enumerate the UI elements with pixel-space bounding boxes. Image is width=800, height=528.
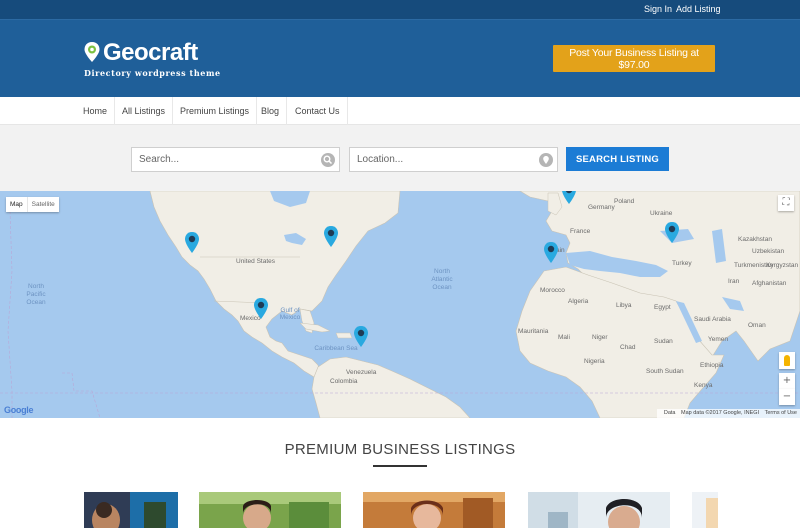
map-label-north-pacific-1: North bbox=[28, 283, 44, 290]
search-bar: SEARCH LISTING bbox=[0, 125, 800, 191]
dateline-path bbox=[7, 210, 13, 418]
map-label-kazakhstan: Kazakhstan bbox=[738, 236, 772, 243]
attribution-copyright: Map data ©2017 Google, INEGI bbox=[681, 410, 760, 416]
site-header: Geocraft Directory wordpress theme Post … bbox=[0, 20, 800, 97]
map-label-kyrgyzstan: Kyrgyzstan bbox=[766, 262, 799, 269]
map-pin-icon bbox=[84, 42, 100, 62]
location-field bbox=[349, 147, 558, 172]
map-label-south-sudan: South Sudan bbox=[646, 368, 684, 375]
post-listing-button[interactable]: Post Your Business Listing at $97.00 bbox=[553, 45, 715, 72]
map-label-chad: Chad bbox=[620, 344, 636, 351]
map-label-poland: Poland bbox=[614, 198, 635, 205]
hispaniola-land bbox=[335, 332, 353, 339]
map-label-mali: Mali bbox=[558, 334, 570, 341]
map-label-gulf-2: Mexico bbox=[280, 314, 301, 321]
map-label-gulf-1: Gulf of bbox=[280, 307, 299, 314]
attribution-data: Data bbox=[663, 410, 676, 416]
map-label-north-pacific-2: Pacific bbox=[26, 291, 46, 298]
map-label-yemen: Yemen bbox=[708, 336, 728, 343]
map-label-sudan: Sudan bbox=[654, 338, 673, 345]
map-label-colombia: Colombia bbox=[330, 378, 358, 385]
nav-item-all-listings[interactable]: All Listings bbox=[115, 97, 174, 125]
map-label-france: France bbox=[570, 228, 591, 235]
map-label-morocco: Morocco bbox=[540, 287, 565, 294]
map-label-turkey: Turkey bbox=[672, 260, 692, 267]
map-attribution: Data Map data ©2017 Google, INEGI Terms … bbox=[656, 409, 800, 418]
top-utility-bar: Sign In Add Listing bbox=[0, 0, 800, 20]
map-type-map-button[interactable]: Map bbox=[6, 197, 27, 212]
terms-of-use-link[interactable]: Terms of Use bbox=[765, 410, 797, 416]
map-type-control: Map Satellite bbox=[6, 197, 59, 212]
search-listing-button[interactable]: SEARCH LISTING bbox=[566, 147, 669, 171]
map-label-united-states: United States bbox=[236, 258, 276, 265]
nav-item-premium-listings[interactable]: Premium Listings bbox=[173, 97, 258, 125]
zoom-in-button[interactable]: + bbox=[779, 373, 795, 389]
map-label-mexico: Mexico bbox=[240, 315, 261, 322]
fullscreen-icon[interactable]: ⛶ bbox=[778, 195, 794, 211]
pegman-icon[interactable] bbox=[779, 352, 795, 369]
map-type-satellite-button[interactable]: Satellite bbox=[26, 197, 59, 212]
cuba-land bbox=[299, 322, 331, 333]
premium-listings-title: PREMIUM BUSINESS LISTINGS bbox=[284, 441, 516, 458]
map-label-mauritania: Mauritania bbox=[518, 328, 549, 335]
map-label-uzbekistan: Uzbekistan bbox=[752, 248, 785, 255]
nav-item-blog[interactable]: Blog bbox=[254, 97, 288, 125]
map-label-germany: Germany bbox=[588, 204, 615, 211]
nav-item-contact-us[interactable]: Contact Us bbox=[288, 97, 348, 125]
listing-marker[interactable] bbox=[544, 242, 558, 263]
border-line-path bbox=[62, 372, 101, 418]
map-label-algeria: Algeria bbox=[568, 298, 589, 305]
map-label-oman: Oman bbox=[748, 322, 766, 329]
map-label-north-atlantic-2: Atlantic bbox=[431, 276, 453, 283]
south-america-land bbox=[311, 356, 471, 418]
map-label-iran: Iran bbox=[728, 278, 740, 285]
google-logo[interactable]: Google bbox=[4, 405, 34, 415]
listing-card-image[interactable] bbox=[199, 492, 341, 528]
listing-card-image[interactable] bbox=[528, 492, 670, 528]
keyword-field bbox=[131, 147, 340, 172]
map-label-niger: Niger bbox=[592, 334, 608, 341]
title-underline bbox=[373, 465, 427, 467]
location-pin-icon bbox=[539, 153, 553, 167]
listing-card-image[interactable] bbox=[692, 492, 718, 528]
map-label-caribbean: Caribbean Sea bbox=[314, 345, 358, 352]
map-label-kenya: Kenya bbox=[694, 382, 713, 389]
listing-marker[interactable] bbox=[354, 326, 368, 347]
zoom-out-button[interactable]: − bbox=[779, 389, 795, 405]
map-label-north-pacific-3: Ocean bbox=[26, 299, 46, 306]
map-label-north-atlantic-3: Ocean bbox=[432, 284, 452, 291]
map-label-ukraine: Ukraine bbox=[650, 210, 673, 217]
magnifier-icon bbox=[321, 153, 335, 167]
listings-map[interactable]: United States Mexico Venezuela Colombia … bbox=[0, 191, 800, 418]
search-input[interactable] bbox=[132, 148, 339, 171]
map-label-egypt: Egypt bbox=[654, 304, 671, 311]
nav-item-home[interactable]: Home bbox=[76, 97, 116, 125]
sign-in-link[interactable]: Sign In bbox=[644, 4, 672, 14]
map-label-venezuela: Venezuela bbox=[346, 369, 377, 376]
listing-card-image[interactable] bbox=[363, 492, 505, 528]
map-label-north-atlantic-1: North bbox=[434, 268, 450, 275]
world-map-canvas[interactable]: United States Mexico Venezuela Colombia … bbox=[0, 191, 800, 418]
map-label-libya: Libya bbox=[616, 302, 632, 309]
main-navigation: Home All Listings Premium Listings Blog … bbox=[0, 97, 800, 125]
brand-name: Geocraft bbox=[103, 39, 198, 66]
add-listing-link[interactable]: Add Listing bbox=[676, 4, 721, 14]
map-label-afghanistan: Afghanistan bbox=[752, 280, 787, 287]
map-label-nigeria: Nigeria bbox=[584, 358, 605, 365]
map-label-ethiopia: Ethiopia bbox=[700, 362, 724, 369]
north-america-land bbox=[149, 191, 401, 378]
map-label-saudi-arabia: Saudi Arabia bbox=[694, 316, 731, 323]
brand-tagline: Directory wordpress theme bbox=[84, 68, 221, 78]
listing-card-image[interactable] bbox=[84, 492, 178, 528]
location-input[interactable] bbox=[350, 148, 557, 171]
